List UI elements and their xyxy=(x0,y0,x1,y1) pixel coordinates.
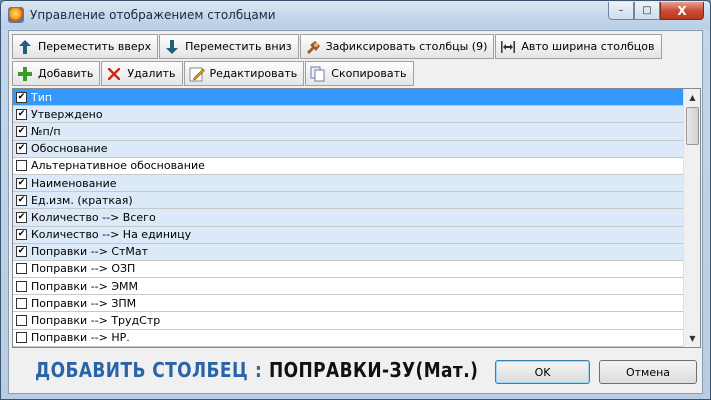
toolbar-button-label: Редактировать xyxy=(209,67,298,80)
column-label: Поправки --> НР. xyxy=(31,331,130,345)
column-checkbox[interactable]: ✔ xyxy=(16,91,27,103)
window-title: Управление отображением столбцами xyxy=(30,8,276,22)
column-label: Поправки --> СтМат xyxy=(31,245,149,259)
ok-button[interactable]: OK xyxy=(495,360,590,384)
column-label: Поправки --> ЗПМ xyxy=(31,296,137,310)
list-item[interactable]: Поправки --> ЗПМ xyxy=(13,295,684,313)
column-label: Наименование xyxy=(31,176,117,190)
column-label: Поправки --> ОЗП xyxy=(31,262,136,276)
arrow-up-icon xyxy=(17,39,33,55)
columns-list[interactable]: ✔ Тип ✔ Утверждено ✔ №п/п ✔ Обоснование Альтерна… xyxy=(12,88,701,348)
column-checkbox[interactable]: ✔ xyxy=(16,229,27,241)
column-checkbox[interactable]: ✔ xyxy=(16,143,27,155)
scroll-down-icon[interactable]: ▼ xyxy=(684,330,700,347)
toolbar-primary: Переместить вверх Переместить вниз Зафикси… xyxy=(12,34,663,59)
list-item[interactable]: ✔ Ед.изм. (краткая) xyxy=(13,192,684,210)
column-label: Тип xyxy=(31,90,53,104)
toolbar-button-label: Переместить вверх xyxy=(38,40,152,53)
pin-icon xyxy=(305,39,321,55)
list-item[interactable]: ✔ Обоснование xyxy=(13,140,684,158)
toolbar-button-label: Добавить xyxy=(38,67,94,80)
column-checkbox[interactable]: ✔ xyxy=(16,177,27,189)
column-checkbox[interactable] xyxy=(16,315,27,327)
list-item[interactable]: Альтернативное обоснование xyxy=(13,157,684,175)
window-controls: – □ X xyxy=(608,2,704,20)
list-item[interactable]: ✔ Тип xyxy=(13,89,684,107)
edit-icon xyxy=(189,66,205,82)
add-column-caption: ДОБАВИТЬ СТОЛБЕЦ : ПОПРАВКИ-ЗУ(Мат.) xyxy=(35,352,478,388)
column-checkbox[interactable]: ✔ xyxy=(16,125,27,137)
copy-button[interactable]: Скопировать xyxy=(305,61,414,86)
scroll-thumb[interactable] xyxy=(686,107,699,145)
list-item[interactable]: ✔ Наименование xyxy=(13,174,684,193)
caption-value: ПОПРАВКИ-ЗУ(Мат.) xyxy=(268,358,479,382)
auto-width-button[interactable]: Авто ширина столбцов xyxy=(495,34,662,59)
list-item[interactable]: ✔ №п/п xyxy=(13,123,684,141)
column-checkbox[interactable] xyxy=(16,297,27,309)
column-checkbox[interactable] xyxy=(16,332,27,344)
column-checkbox[interactable]: ✔ xyxy=(16,108,27,120)
freeze-columns-button[interactable]: Зафиксировать столбцы (9) xyxy=(299,34,495,59)
edit-button[interactable]: Редактировать xyxy=(183,61,305,86)
column-label: Количество --> Всего xyxy=(31,210,156,224)
move-down-button[interactable]: Переместить вниз xyxy=(159,34,299,59)
column-label: №п/п xyxy=(31,124,61,138)
arrow-down-icon xyxy=(164,39,180,55)
toolbar-secondary: Добавить Удалить Редактировать Скопировать xyxy=(12,61,415,86)
close-button[interactable]: X xyxy=(660,2,704,20)
column-width-icon xyxy=(500,39,516,55)
caption-separator: : xyxy=(254,358,263,382)
list-item[interactable]: ✔ Количество --> Всего xyxy=(13,209,684,227)
column-checkbox[interactable]: ✔ xyxy=(16,211,27,223)
cross-icon xyxy=(106,66,122,82)
scroll-up-icon[interactable]: ▲ xyxy=(684,89,700,106)
column-label: Обоснование xyxy=(31,142,108,156)
column-label: Поправки --> ТрудСтр xyxy=(31,314,161,328)
toolbar-button-label: Удалить xyxy=(127,67,176,80)
toolbar-button-label: Переместить вниз xyxy=(185,40,292,53)
toolbar-button-label: Зафиксировать столбцы (9) xyxy=(325,40,488,53)
caption-key: ДОБАВИТЬ СТОЛБЕЦ xyxy=(35,358,249,382)
column-checkbox[interactable] xyxy=(16,263,27,275)
dialog-client: Переместить вверх Переместить вниз Зафикси… xyxy=(8,30,703,394)
cancel-button[interactable]: Отмена xyxy=(599,360,697,384)
maximize-button[interactable]: □ xyxy=(634,2,660,20)
minimize-button[interactable]: – xyxy=(608,2,634,20)
list-item[interactable]: Поправки --> ЭММ xyxy=(13,278,684,296)
title-bar[interactable]: Управление отображением столбцами – □ X xyxy=(1,1,710,29)
list-item[interactable]: Поправки --> НР. xyxy=(13,329,684,347)
list-item[interactable]: Поправки --> ТрудСтр xyxy=(13,312,684,330)
add-button[interactable]: Добавить xyxy=(12,61,101,86)
column-label: Ед.изм. (краткая) xyxy=(31,193,133,207)
list-item[interactable]: ✔ Утверждено xyxy=(13,106,684,124)
copy-icon xyxy=(310,66,326,82)
column-label: Альтернативное обоснование xyxy=(31,159,205,173)
list-item[interactable]: ✔ Поправки --> СтМат xyxy=(13,243,684,261)
list-item[interactable]: Поправки --> Прочие xyxy=(13,346,684,347)
plus-icon xyxy=(17,66,33,82)
move-up-button[interactable]: Переместить вверх xyxy=(12,34,159,59)
app-icon xyxy=(8,7,24,23)
column-checkbox[interactable] xyxy=(16,160,27,172)
toolbar-button-label: Авто ширина столбцов xyxy=(521,40,655,53)
column-label: Поправки --> ЭММ xyxy=(31,279,139,293)
column-checkbox[interactable] xyxy=(16,280,27,292)
list-item[interactable]: ✔ Количество --> На единицу xyxy=(13,226,684,244)
toolbar-button-label: Скопировать xyxy=(331,67,407,80)
vertical-scrollbar[interactable]: ▲ ▼ xyxy=(683,89,700,347)
column-checkbox[interactable]: ✔ xyxy=(16,246,27,258)
column-label: Утверждено xyxy=(31,107,103,121)
dialog-window: Управление отображением столбцами – □ X … xyxy=(0,0,711,400)
list-item[interactable]: Поправки --> ОЗП xyxy=(13,260,684,279)
delete-button[interactable]: Удалить xyxy=(101,61,183,86)
column-checkbox[interactable]: ✔ xyxy=(16,194,27,206)
column-label: Количество --> На единицу xyxy=(31,228,192,242)
columns-rows: ✔ Тип ✔ Утверждено ✔ №п/п ✔ Обоснование Альтерна… xyxy=(13,89,684,347)
